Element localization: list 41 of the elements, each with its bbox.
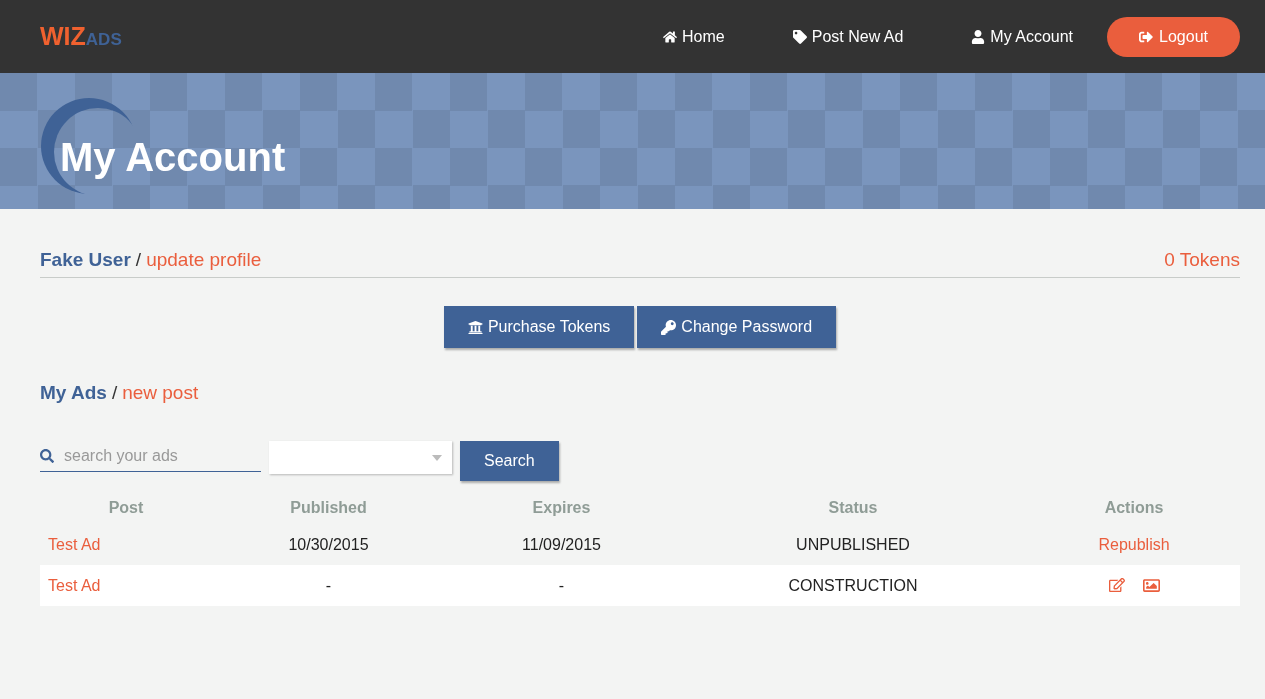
- table-cell-text: -: [324, 576, 333, 595]
- sign-out-icon: [1139, 29, 1154, 44]
- post-link[interactable]: Test Ad: [40, 576, 212, 595]
- search-field[interactable]: search your ads: [40, 440, 261, 472]
- update-profile-link[interactable]: update profile: [146, 249, 262, 271]
- action-button[interactable]: Change Password: [637, 306, 837, 348]
- nav-link[interactable]: My Account: [937, 27, 1108, 46]
- separator: /: [111, 382, 118, 404]
- tag-icon: [792, 29, 807, 44]
- column-header: Status: [827, 499, 879, 517]
- table-cell-text: CONSTRUCTION: [787, 576, 919, 595]
- column-header: Published: [289, 499, 368, 517]
- user-icon: [971, 29, 986, 44]
- post-link[interactable]: Test Ad: [40, 535, 212, 554]
- separator: /: [135, 249, 142, 271]
- key-icon: [661, 319, 677, 335]
- table-cell-text: 11/09/2015: [521, 535, 602, 554]
- republish-link[interactable]: Republish: [1098, 535, 1170, 554]
- action-button[interactable]: Purchase Tokens: [443, 306, 635, 348]
- nav-link[interactable]: Post New Ad: [758, 27, 938, 46]
- column-header: Actions: [1103, 499, 1165, 517]
- edit-icon[interactable]: [1108, 577, 1125, 593]
- new-post-link[interactable]: new post: [122, 382, 199, 404]
- column-header: Post: [107, 499, 145, 517]
- nav-link[interactable]: Home: [629, 27, 759, 46]
- user-name: Fake User: [40, 249, 131, 271]
- page-title: My Account: [60, 134, 286, 180]
- table-cell-text: -: [557, 576, 566, 595]
- token-count: 0 Tokens: [1164, 249, 1240, 271]
- search-button[interactable]: Search: [460, 441, 559, 481]
- column-header: Expires: [531, 499, 592, 517]
- section-title: My Ads: [40, 382, 107, 404]
- table-cell-text: 10/30/2015: [287, 535, 370, 554]
- caret-icon: [432, 454, 442, 461]
- bank-icon: [467, 319, 483, 335]
- table-cell-text: UNPUBLISHED: [795, 535, 911, 554]
- wizads-logo[interactable]: WIZADS: [40, 22, 122, 51]
- home-icon: [663, 29, 678, 44]
- logout-button[interactable]: Logout: [1107, 16, 1240, 57]
- image-icon[interactable]: [1142, 577, 1160, 594]
- search-icon: [40, 449, 54, 463]
